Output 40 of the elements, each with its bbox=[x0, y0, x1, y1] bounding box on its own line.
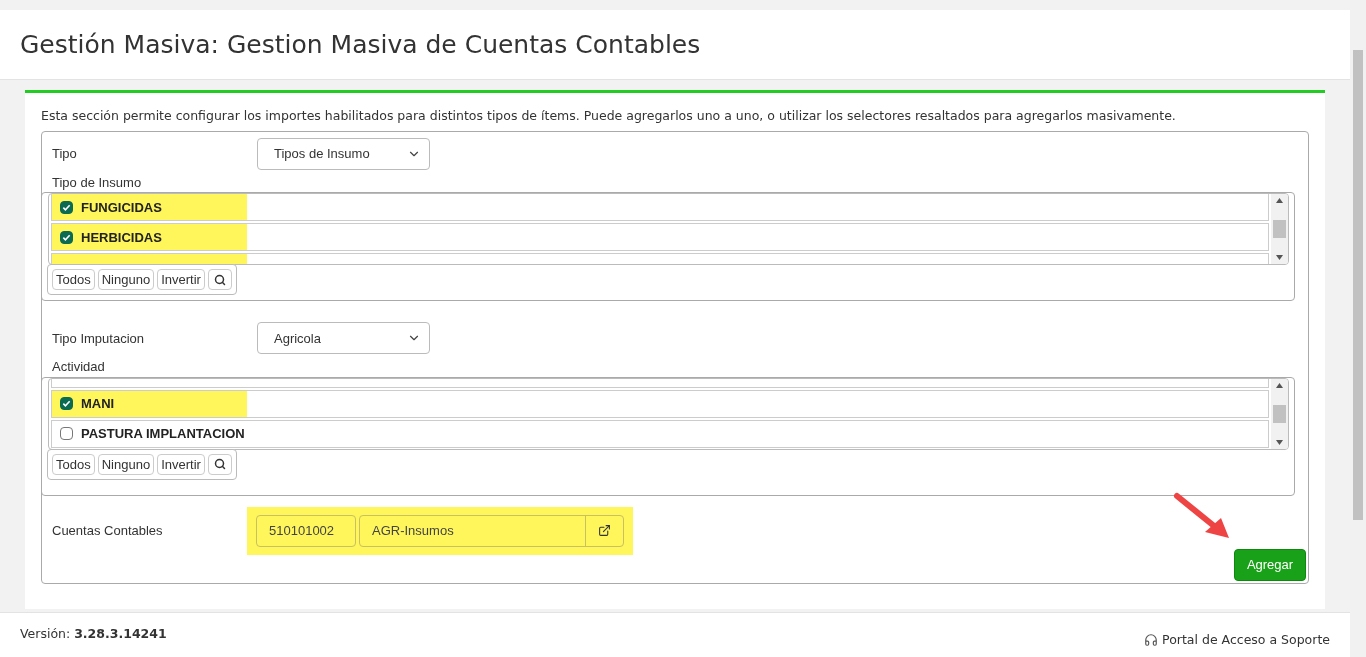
list-row[interactable]: PASTURA IMPLANTACION bbox=[51, 419, 1269, 448]
search-button[interactable] bbox=[207, 269, 232, 291]
scroll-up-icon[interactable] bbox=[1276, 382, 1283, 388]
scroll-thumb[interactable] bbox=[1273, 220, 1286, 239]
scroll-down-icon[interactable] bbox=[1276, 439, 1283, 445]
scroll-up-icon[interactable] bbox=[1276, 198, 1283, 204]
select-button[interactable]: Invertir bbox=[157, 453, 205, 475]
type-select[interactable]: Tipos de Insumo bbox=[257, 137, 430, 170]
imputation-select[interactable]: Agricola bbox=[257, 322, 430, 355]
page-title: Gestión Masiva: Gestion Masiva de Cuentas Contables bbox=[20, 28, 701, 61]
select-button[interactable]: Todos bbox=[52, 453, 95, 475]
field-label: Tipo de Insumo bbox=[52, 173, 142, 192]
list-row[interactable]: FUNGICIDAS bbox=[51, 194, 1269, 222]
select-button[interactable]: Ninguno bbox=[97, 269, 155, 291]
field-label: Actividad bbox=[52, 358, 105, 377]
external-link-icon bbox=[598, 524, 611, 538]
headset-icon bbox=[1144, 633, 1159, 648]
field-label: Tipo Imputacion bbox=[52, 329, 145, 348]
scroll-down-icon[interactable] bbox=[1276, 255, 1283, 261]
list-row[interactable]: HERBICIDAS bbox=[51, 223, 1269, 252]
checkbox[interactable] bbox=[60, 230, 73, 244]
search-icon bbox=[213, 458, 226, 471]
support-link[interactable]: Portal de Acceso a Soporte bbox=[1144, 631, 1330, 650]
list-row[interactable]: MANI bbox=[51, 389, 1269, 418]
select-button[interactable]: Todos bbox=[52, 269, 95, 291]
select-button[interactable]: Invertir bbox=[157, 269, 205, 291]
description: Esta sección permite configurar los importes habilitados para distintos tipos de ítems. Puede agregarlos uno a uno, o utilizar los selectores resaltados para agregarlos masivamente. bbox=[41, 107, 1177, 125]
code-field[interactable]: 510101002 bbox=[256, 514, 356, 547]
checkbox[interactable] bbox=[60, 200, 73, 214]
version-label: Versión: 3.28.3.14241 bbox=[20, 625, 167, 643]
checkbox[interactable] bbox=[60, 427, 73, 441]
field-label: Tipo bbox=[52, 145, 78, 163]
checkbox[interactable] bbox=[60, 397, 73, 411]
select-button[interactable]: Ninguno bbox=[97, 453, 155, 475]
scrollbar[interactable] bbox=[1271, 378, 1288, 449]
search-button[interactable] bbox=[207, 453, 232, 475]
search-icon bbox=[213, 273, 226, 286]
scrollbar[interactable] bbox=[1271, 194, 1288, 265]
field-label: Cuentas Contables bbox=[52, 522, 164, 540]
scroll-thumb[interactable] bbox=[1273, 404, 1286, 423]
